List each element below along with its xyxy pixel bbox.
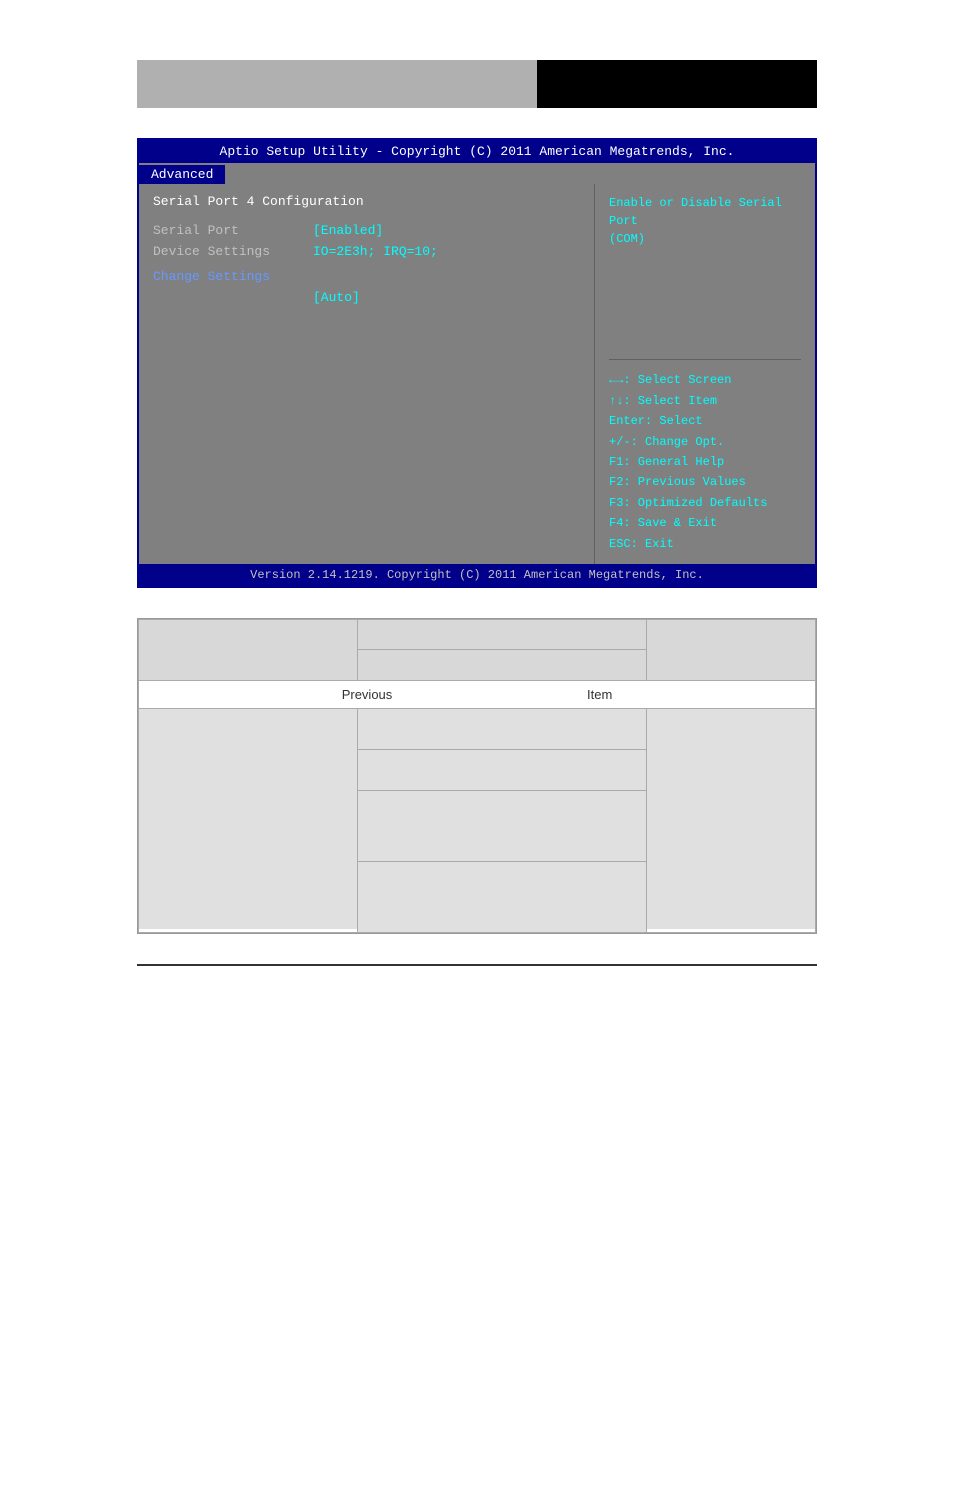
cell-block-br — [647, 709, 815, 929]
cell-block-tm2 — [358, 650, 646, 680]
bios-key-enter: Enter: Select — [609, 411, 801, 431]
bios-tab-bar: Advanced — [139, 163, 815, 184]
bios-help-text: Enable or Disable Serial Port(COM) — [609, 194, 801, 349]
cell-block-bm3 — [358, 791, 646, 861]
bios-title-bar: Aptio Setup Utility - Copyright (C) 2011… — [139, 140, 815, 163]
bios-key-f2: F2: Previous Values — [609, 472, 801, 492]
bios-row-change-settings: [Auto] — [153, 290, 580, 305]
bios-key-f3: F3: Optimized Defaults — [609, 493, 801, 513]
bios-label-change-settings[interactable]: Change Settings — [153, 269, 580, 284]
cell-block-bm4 — [358, 862, 646, 932]
table-cell-bottom-mid-3 — [358, 791, 647, 862]
table-cell-bottom-mid-2 — [358, 750, 647, 791]
table-nav-cell: Previous Item — [139, 681, 816, 709]
cell-block-bm2 — [358, 750, 646, 790]
table-nav-row: Previous Item — [139, 681, 816, 709]
table-cell-bottom-right — [646, 709, 815, 933]
bios-key-change-opt: +/-: Change Opt. — [609, 432, 801, 452]
top-header — [137, 60, 817, 108]
bios-tab-advanced[interactable]: Advanced — [139, 165, 225, 184]
bios-label-serial-port: Serial Port — [153, 223, 313, 238]
header-right-bar — [537, 60, 817, 108]
bios-help-content: Enable or Disable Serial Port(COM) — [609, 196, 782, 246]
bios-footer-text: Version 2.14.1219. Copyright (C) 2011 Am… — [250, 568, 704, 582]
bios-key-select-screen: ←→: Select Screen — [609, 370, 801, 390]
bios-label-change-settings-spacer — [153, 290, 313, 305]
table-top-row — [139, 620, 816, 681]
cell-block-bl — [139, 709, 357, 929]
bios-value-device-settings: IO=2E3h; IRQ=10; — [313, 244, 438, 259]
bios-right-panel: Enable or Disable Serial Port(COM) ←→: S… — [595, 184, 815, 564]
cell-block-tl — [139, 620, 357, 680]
table-bottom-row — [139, 709, 816, 750]
bios-row-device-settings: Device Settings IO=2E3h; IRQ=10; — [153, 244, 580, 259]
bios-screen: Aptio Setup Utility - Copyright (C) 2011… — [137, 138, 817, 588]
bios-value-change-settings[interactable]: [Auto] — [313, 290, 360, 305]
table-cell-top-left — [139, 620, 358, 681]
cell-block-tr — [647, 620, 815, 680]
bios-key-select-item: ↑↓: Select Item — [609, 391, 801, 411]
bios-label-device-settings: Device Settings — [153, 244, 313, 259]
nav-row: Previous Item — [139, 681, 815, 708]
bios-keys: ←→: Select Screen ↑↓: Select Item Enter:… — [609, 370, 801, 554]
table-cell-top-right — [646, 620, 815, 681]
bios-footer: Version 2.14.1219. Copyright (C) 2011 Am… — [139, 564, 815, 586]
table-cell-bottom-left — [139, 709, 358, 933]
cell-block-bm1 — [358, 709, 646, 749]
bios-key-f4: F4: Save & Exit — [609, 513, 801, 533]
bios-value-serial-port[interactable]: [Enabled] — [313, 223, 383, 238]
nav-previous-label[interactable]: Previous — [342, 687, 393, 702]
bios-title: Aptio Setup Utility - Copyright (C) 2011… — [220, 144, 735, 159]
nav-item-label: Item — [587, 687, 612, 702]
bios-key-f1: F1: General Help — [609, 452, 801, 472]
bios-body: Serial Port 4 Configuration Serial Port … — [139, 184, 815, 564]
table-cell-bottom-mid-4 — [358, 862, 647, 933]
table-cell-bottom-mid-1 — [358, 709, 647, 750]
bios-row-serial-port: Serial Port [Enabled] — [153, 223, 580, 238]
bios-divider — [609, 359, 801, 360]
info-table: Previous Item — [138, 619, 816, 933]
bottom-divider — [137, 964, 817, 966]
bios-left-panel: Serial Port 4 Configuration Serial Port … — [139, 184, 595, 564]
bios-section-title: Serial Port 4 Configuration — [153, 194, 580, 209]
bios-key-esc: ESC: Exit — [609, 534, 801, 554]
info-table-wrapper: Previous Item — [137, 618, 817, 934]
header-left-bar — [137, 60, 537, 108]
cell-block-tm1 — [358, 620, 646, 650]
table-cell-top-mid — [358, 620, 647, 681]
